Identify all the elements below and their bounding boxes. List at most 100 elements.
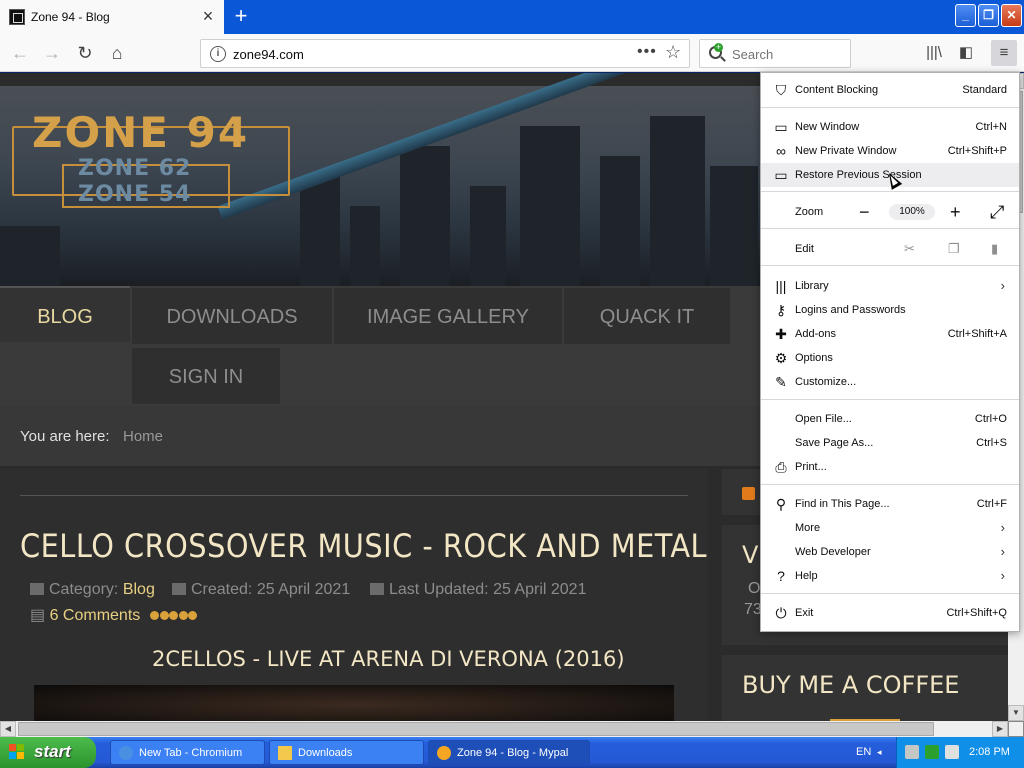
bookmark-star-icon[interactable]: ☆: [665, 42, 681, 63]
article-title[interactable]: CELLO CROSSOVER MUSIC - ROCK AND METAL: [20, 527, 707, 565]
url-text[interactable]: zone94.com: [233, 47, 304, 62]
volume-icon[interactable]: [905, 745, 919, 759]
comments-link[interactable]: ▤ 6 Comments: [30, 605, 140, 625]
folder-icon: [278, 746, 292, 760]
security-icon[interactable]: [945, 745, 959, 759]
menu-new-window[interactable]: ▭ New Window Ctrl+N: [761, 115, 1019, 139]
scroll-left-icon[interactable]: ◀: [0, 721, 16, 737]
menu-logins[interactable]: ⚷ Logins and Passwords: [761, 298, 1019, 322]
menu-open-file[interactable]: Open File... Ctrl+O: [761, 407, 1019, 431]
library-icon[interactable]: |||\: [921, 40, 947, 66]
nav-quack-it[interactable]: QUACK IT: [564, 288, 730, 344]
menu-print[interactable]: ⎙ Print...: [761, 455, 1019, 479]
breadcrumb-label: You are here:: [20, 428, 110, 445]
menu-web-developer[interactable]: Web Developer ›: [761, 540, 1019, 564]
zoom-in-button[interactable]: +: [950, 202, 961, 223]
nav-downloads[interactable]: DOWNLOADS: [132, 288, 332, 344]
power-icon: ⏻: [775, 605, 787, 621]
tray-expand-icon[interactable]: ◂: [877, 747, 882, 758]
video-embed[interactable]: [34, 685, 674, 721]
reload-button[interactable]: ↻: [72, 40, 98, 66]
printer-icon: ⎙: [775, 459, 787, 475]
close-window-button[interactable]: ✕: [1001, 4, 1022, 27]
calendar-icon: [370, 583, 384, 595]
minimize-button[interactable]: _: [955, 4, 976, 27]
menu-content-blocking[interactable]: ⛉ Content Blocking Standard: [761, 78, 1019, 102]
chevron-right-icon: ›: [1000, 568, 1005, 583]
private-mask-icon: ∞: [776, 143, 786, 159]
menu-edit: Edit ✂ ❐ ▮: [795, 241, 999, 257]
back-button[interactable]: ←: [7, 40, 33, 66]
chevron-right-icon: ›: [1000, 278, 1005, 293]
site-logo[interactable]: ZONE 94: [32, 108, 249, 157]
tab-bar: Zone 94 - Blog × + _ ❐ ✕: [0, 0, 1024, 34]
menu-addons[interactable]: ✚ Add-ons Ctrl+Shift+A: [761, 322, 1019, 346]
menu-new-private-window[interactable]: ∞ New Private Window Ctrl+Shift+P: [761, 139, 1019, 163]
menu-library[interactable]: ||| Library ›: [761, 274, 1019, 298]
task-mypal[interactable]: Zone 94 - Blog - Mypal: [428, 740, 590, 765]
app-menu-popup: ⛉ Content Blocking Standard ▭ New Window…: [760, 72, 1020, 632]
category-label: Category:: [49, 581, 119, 598]
comment-icon: ▤: [30, 607, 46, 624]
copy-icon[interactable]: ❐: [948, 241, 960, 257]
task-downloads[interactable]: Downloads: [269, 740, 424, 765]
video-title: 2CELLOS - LIVE AT ARENA DI VERONA (2016): [152, 647, 625, 671]
menu-find[interactable]: ⚲ Find in This Page... Ctrl+F: [761, 492, 1019, 516]
tab-zone94-blog[interactable]: Zone 94 - Blog ×: [0, 0, 224, 34]
horizontal-scroll-thumb[interactable]: [18, 722, 934, 736]
rating-stars[interactable]: [150, 609, 198, 623]
language-indicator[interactable]: EN: [856, 746, 871, 758]
breadcrumb-home[interactable]: Home: [123, 428, 163, 445]
forward-button[interactable]: →: [39, 40, 65, 66]
site-info-icon[interactable]: i: [210, 46, 226, 62]
scroll-down-icon[interactable]: ▼: [1008, 705, 1024, 721]
rss-icon[interactable]: [742, 487, 755, 500]
menu-more[interactable]: More ›: [761, 516, 1019, 540]
nav-image-gallery[interactable]: IMAGE GALLERY: [334, 288, 562, 344]
logo-sub-2: ZONE 54: [78, 182, 192, 207]
horizontal-scrollbar[interactable]: ◀ ▶: [0, 721, 1008, 737]
cut-icon[interactable]: ✂: [904, 241, 915, 257]
divider: [20, 495, 688, 496]
home-button[interactable]: ⌂: [104, 40, 130, 66]
calendar-icon: [172, 583, 186, 595]
system-tray: 2:08 PM: [896, 737, 1024, 768]
gear-icon: ⚙: [774, 350, 788, 366]
menu-customize[interactable]: ✎ Customize...: [761, 370, 1019, 394]
nav-sign-in[interactable]: SIGN IN: [132, 348, 280, 404]
menu-save-page[interactable]: Save Page As... Ctrl+S: [761, 431, 1019, 455]
category-link[interactable]: Blog: [123, 581, 155, 598]
start-button[interactable]: start: [0, 737, 96, 768]
paste-icon[interactable]: ▮: [991, 241, 998, 257]
menu-options[interactable]: ⚙ Options: [761, 346, 1019, 370]
sidebar-toggle-icon[interactable]: ◧: [953, 40, 979, 66]
chromium-icon: [119, 746, 133, 760]
url-bar[interactable]: i zone94.com ••• ☆: [200, 39, 690, 68]
search-input[interactable]: Search: [732, 47, 773, 62]
taskbar: start New Tab - Chromium Downloads Zone …: [0, 737, 1024, 768]
zoom-out-button[interactable]: −: [859, 202, 870, 223]
menu-help[interactable]: ? Help ›: [761, 564, 1019, 588]
article-category: Category: Blog: [30, 581, 155, 599]
site-favicon-icon: [9, 9, 25, 25]
menu-exit[interactable]: ⏻ Exit Ctrl+Shift+Q: [761, 601, 1019, 625]
shield-icon: ⛉: [775, 82, 787, 98]
search-bar[interactable]: + Search: [699, 39, 851, 68]
page-actions-icon[interactable]: •••: [637, 43, 657, 61]
new-tab-button[interactable]: +: [228, 4, 254, 30]
comments-count[interactable]: 6 Comments: [50, 607, 141, 624]
task-chromium[interactable]: New Tab - Chromium: [110, 740, 265, 765]
coffee-heading: BUY ME A COFFEE: [742, 671, 960, 699]
network-icon[interactable]: [925, 745, 939, 759]
restore-button[interactable]: ❐: [978, 4, 999, 27]
clock[interactable]: 2:08 PM: [969, 746, 1010, 758]
close-tab-icon[interactable]: ×: [198, 6, 218, 26]
scroll-right-icon[interactable]: ▶: [992, 721, 1008, 737]
open-menu-icon[interactable]: ≡: [991, 40, 1017, 66]
fullscreen-icon[interactable]: ⤢: [990, 202, 1004, 223]
zoom-level[interactable]: 100%: [889, 204, 935, 220]
windows-flag-icon: [9, 744, 25, 760]
puzzle-icon: ✚: [775, 326, 787, 342]
nav-blog[interactable]: BLOG: [0, 286, 130, 342]
key-icon: ⚷: [775, 302, 787, 318]
